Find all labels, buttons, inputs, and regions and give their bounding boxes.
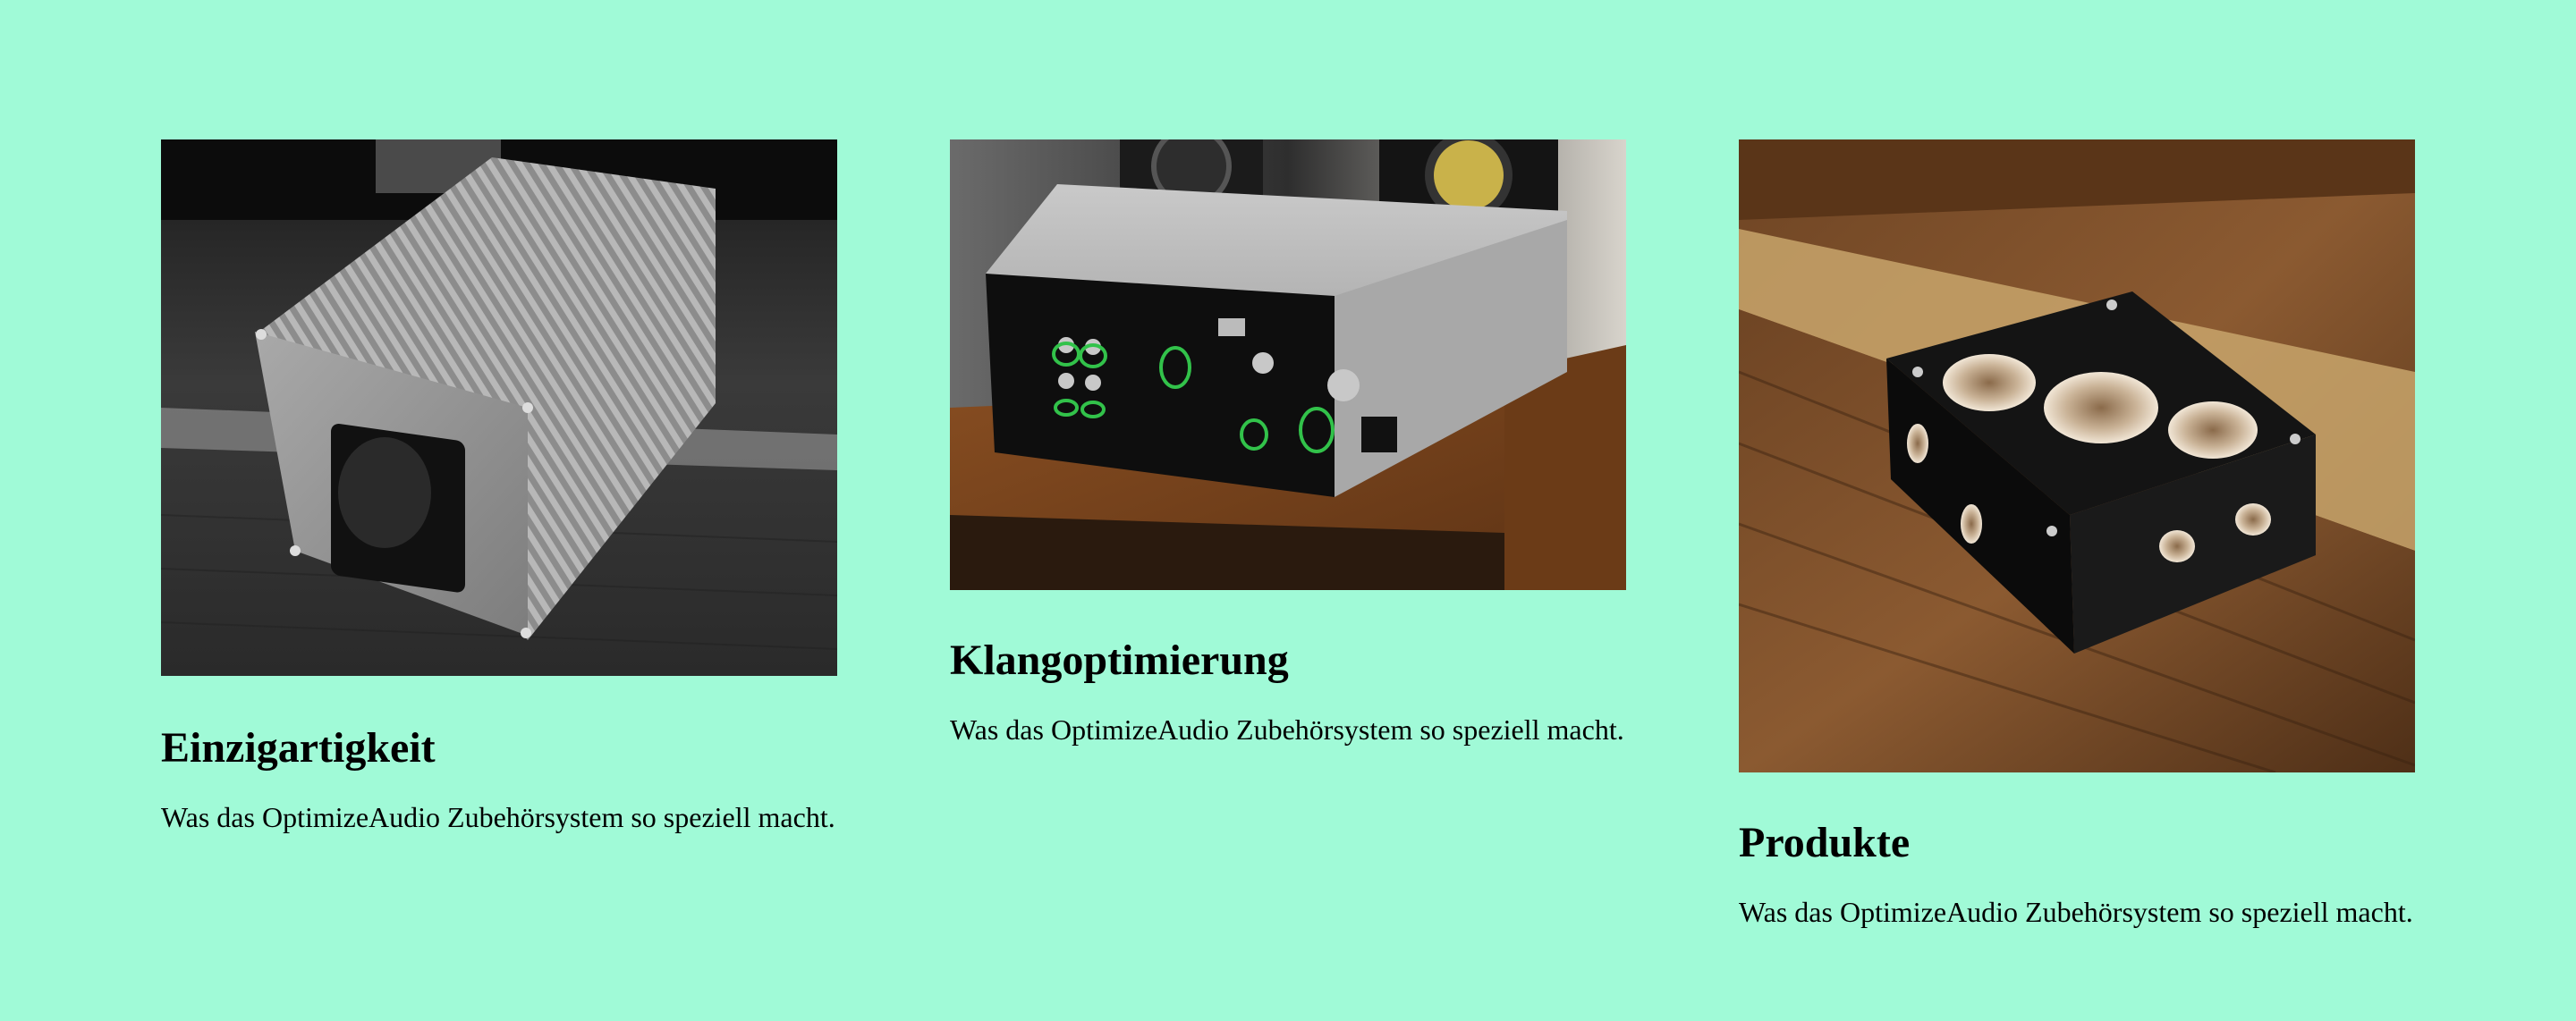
- amplifier-photo: [950, 139, 1626, 590]
- card-description: Was das OptimizeAudio Zubehörsystem so s…: [1739, 895, 2413, 928]
- power-box-photo: [161, 139, 837, 676]
- cable-block-photo: [1739, 139, 2415, 772]
- feature-card-klangoptimierung: Klangoptimierung Was das OptimizeAudio Z…: [950, 139, 1626, 748]
- card-title[interactable]: Klangoptimierung: [950, 635, 1626, 687]
- card-description: Was das OptimizeAudio Zubehörsystem so s…: [161, 800, 835, 833]
- feature-card-produkte: Produkte Was das OptimizeAudio Zubehörsy…: [1739, 139, 2415, 931]
- card-description: Was das OptimizeAudio Zubehörsystem so s…: [950, 713, 1624, 746]
- card-image-power-box[interactable]: [161, 139, 837, 676]
- card-image-cable-block[interactable]: [1739, 139, 2415, 772]
- card-title[interactable]: Einzigartigkeit: [161, 722, 837, 774]
- card-image-amplifier[interactable]: [950, 139, 1626, 590]
- feature-card-einzigartigkeit: Einzigartigkeit Was das OptimizeAudio Zu…: [161, 139, 837, 836]
- card-title[interactable]: Produkte: [1739, 817, 2415, 869]
